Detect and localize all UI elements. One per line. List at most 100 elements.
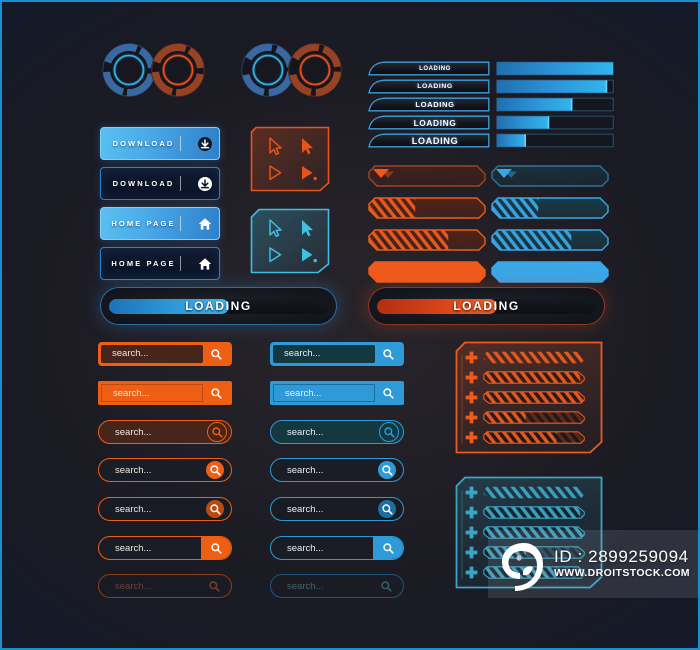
stat-panel-orange-bar-3 — [483, 410, 585, 424]
loading-tag-label-2: LOADING — [415, 100, 455, 109]
search-blue-pill-solid-placeholder: search... — [287, 464, 324, 476]
search-blue-outline[interactable]: search... — [270, 381, 404, 405]
ui-kit-canvas: DOWNLOAD DOWNLOAD HOME PAGE HOME PAGE LOADIN… — [0, 0, 700, 650]
magnifier-icon[interactable] — [373, 537, 403, 559]
bevel-bar-orange-full[interactable] — [368, 261, 486, 283]
magnifier-icon-badge[interactable] — [206, 461, 224, 479]
stat-panel-orange-row-1[interactable] — [465, 370, 585, 384]
home-page-ghost-label: HOME PAGE — [111, 259, 176, 268]
download-icon[interactable] — [191, 176, 219, 192]
big-loader-blue[interactable]: LOADING — [100, 287, 337, 325]
stat-panel-blue-row-3[interactable] — [465, 545, 585, 559]
search-orange-pill-solid[interactable]: search... — [98, 458, 232, 482]
stat-panel-blue[interactable] — [455, 476, 603, 589]
stat-panel-blue-row-1[interactable] — [465, 505, 585, 519]
search-orange-pill-solid-placeholder: search... — [115, 464, 152, 476]
magnifier-icon — [383, 349, 394, 360]
stat-panel-orange-row-4[interactable] — [465, 430, 585, 444]
magnifier-icon[interactable] — [201, 537, 231, 559]
magnifier-icon-badge[interactable] — [378, 500, 396, 518]
magnifier-icon[interactable] — [375, 384, 401, 402]
home-icon[interactable] — [191, 256, 219, 272]
home-page-ghost[interactable]: HOME PAGE — [100, 247, 220, 280]
stat-panel-orange-row-3[interactable] — [465, 410, 585, 424]
search-blue-outline-placeholder: search... — [273, 384, 375, 402]
bevel-bar-orange-40-shape — [368, 197, 486, 219]
cursor-panel-blue-graphic — [250, 208, 330, 274]
bevel-bar-blue-full[interactable] — [491, 261, 609, 283]
search-blue-pill-solid[interactable]: search... — [270, 458, 404, 482]
loading-tag-label-1: LOADING — [417, 83, 453, 90]
download-filled[interactable]: DOWNLOAD — [100, 127, 220, 160]
bevel-bar-orange-40[interactable] — [368, 197, 486, 219]
search-blue-disabled[interactable]: search... — [270, 574, 404, 598]
big-loader-orange[interactable]: LOADING — [368, 287, 605, 325]
plus-icon — [465, 371, 478, 384]
magnifier-icon-badge[interactable] — [378, 461, 396, 479]
bevel-bar-blue-68[interactable] — [491, 229, 609, 251]
search-orange-disabled[interactable]: search... — [98, 574, 232, 598]
plus-icon — [465, 506, 478, 518]
plus-icon — [465, 486, 478, 498]
magnifier-icon-badge[interactable] — [206, 500, 224, 518]
search-orange-pill-out[interactable]: search... — [98, 420, 232, 444]
bevel-bar-blue-40[interactable] — [491, 197, 609, 219]
stat-panel-blue-row-4[interactable] — [465, 565, 585, 579]
bevel-bar-blue-marker[interactable] — [491, 165, 609, 187]
big-loader-blue-label: LOADING — [185, 299, 252, 313]
bevel-bar-orange-marker-shape — [368, 165, 486, 187]
search-orange-outline[interactable]: search... — [98, 381, 232, 405]
magnifier-icon[interactable] — [375, 345, 401, 363]
magnifier-icon — [210, 465, 221, 476]
bevel-bar-orange-68[interactable] — [368, 229, 486, 251]
search-blue-pill-ghost[interactable]: search... — [270, 497, 404, 521]
magnifier-icon[interactable] — [379, 422, 399, 442]
stat-panel-blue-bar-shape-1 — [483, 505, 585, 519]
search-orange-pill-ghost[interactable]: search... — [98, 497, 232, 521]
search-orange-outline-placeholder: search... — [101, 384, 203, 402]
download-icon[interactable] — [191, 136, 219, 152]
magnifier-icon[interactable] — [202, 459, 228, 481]
stat-panel-orange-row-0[interactable] — [465, 350, 585, 364]
search-blue-pill-cap-placeholder: search... — [287, 542, 324, 554]
home-icon[interactable] — [191, 216, 219, 232]
stat-panel-blue-row-2[interactable] — [465, 525, 585, 539]
loading-tag-label-3: LOADING — [413, 117, 457, 128]
plus-icon — [465, 506, 478, 519]
stat-panel-orange-row-2[interactable] — [465, 390, 585, 404]
magnifier-icon — [384, 427, 395, 438]
magnifier-icon[interactable] — [203, 384, 229, 402]
download-ghost-divider — [180, 176, 181, 191]
magnifier-icon[interactable] — [374, 459, 400, 481]
loading-bar-3 — [496, 115, 614, 130]
search-orange-pill-cap[interactable]: search... — [98, 536, 232, 560]
loading-tag-label-0: LOADING — [419, 65, 451, 72]
magnifier-icon[interactable] — [207, 422, 227, 442]
bevel-bar-orange-marker[interactable] — [368, 165, 486, 187]
magnifier-icon[interactable] — [203, 345, 229, 363]
magnifier-icon[interactable] — [201, 575, 227, 597]
search-blue-pill-out[interactable]: search... — [270, 420, 404, 444]
bevel-bar-orange-68-shape — [368, 229, 486, 251]
download-ghost[interactable]: DOWNLOAD — [100, 167, 220, 200]
bevel-bar-blue-40-shape — [491, 197, 609, 219]
search-blue-pill-out-placeholder: search... — [287, 426, 324, 438]
home-page-filled-divider — [180, 216, 181, 231]
loading-tag-label-4: LOADING — [411, 135, 459, 146]
stat-panel-blue-row-0[interactable] — [465, 485, 585, 499]
magnifier-icon[interactable] — [373, 575, 399, 597]
stat-panel-orange-bar-1 — [483, 370, 585, 384]
loading-bar-1 — [496, 79, 614, 94]
big-loader-orange-label: LOADING — [453, 299, 520, 313]
magnifier-icon[interactable] — [374, 498, 400, 520]
search-blue-filled[interactable]: search... — [270, 342, 404, 366]
cursor-panel-blue[interactable] — [250, 208, 330, 274]
cursor-panel-orange[interactable] — [250, 126, 330, 192]
search-orange-filled[interactable]: search... — [98, 342, 232, 366]
magnifier-icon[interactable] — [202, 498, 228, 520]
home-page-filled[interactable]: HOME PAGE — [100, 207, 220, 240]
search-blue-pill-cap[interactable]: search... — [270, 536, 404, 560]
plus-icon — [465, 351, 478, 364]
stat-panel-orange[interactable] — [455, 341, 603, 454]
stat-panel-orange-bar-shape-0 — [483, 351, 585, 363]
